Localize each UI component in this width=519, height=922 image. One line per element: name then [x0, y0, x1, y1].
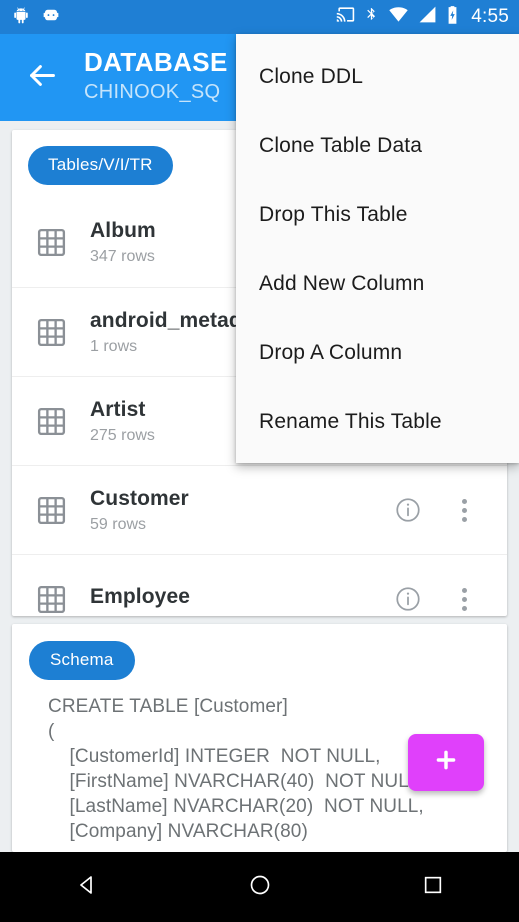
table-grid-icon [12, 494, 90, 527]
table-row-count: 59 rows [90, 515, 147, 533]
back-button[interactable] [0, 34, 84, 121]
nav-back-button[interactable] [42, 852, 132, 922]
nav-home-button[interactable] [215, 852, 305, 922]
cast-icon [336, 5, 355, 29]
menu-item-add-new-column[interactable]: Add New Column [236, 249, 519, 318]
add-fab-button[interactable] [408, 734, 484, 791]
menu-item-rename-this-table[interactable]: Rename This Table [236, 387, 519, 456]
table-row-count: 347 rows [90, 248, 155, 265]
table-row-texts: android_metada 1 rows [90, 309, 254, 356]
table-name: Customer [90, 486, 189, 510]
table-name: Artist [90, 397, 146, 421]
android-screen: 4:55 DATABASE CHINOOK_SQ Tables/V/I/TR A… [0, 0, 519, 922]
table-row-count: 275 rows [90, 426, 155, 444]
table-grid-icon [12, 226, 90, 259]
page-title: DATABASE [84, 47, 228, 77]
schema-chip[interactable]: Schema [29, 641, 135, 680]
toolbar-titles: DATABASE CHINOOK_SQ [84, 34, 228, 105]
table-row-actions [394, 496, 507, 524]
overflow-menu-icon[interactable] [462, 587, 467, 611]
menu-item-drop-a-column[interactable]: Drop A Column [236, 318, 519, 387]
nav-recents-button[interactable] [388, 852, 478, 922]
table-row[interactable]: Employee [12, 554, 507, 616]
home-circle-icon [248, 873, 272, 902]
menu-item-clone-ddl[interactable]: Clone DDL [236, 42, 519, 111]
tables-filter-chip[interactable]: Tables/V/I/TR [28, 146, 173, 185]
menu-item-clone-table-data[interactable]: Clone Table Data [236, 111, 519, 180]
table-row-texts: Artist 275 rows [90, 398, 155, 445]
status-bar: 4:55 [0, 0, 519, 34]
battery-charging-icon [446, 5, 459, 30]
table-grid-icon [12, 405, 90, 438]
info-icon[interactable] [394, 496, 422, 524]
bluetooth-icon [364, 5, 379, 29]
status-bar-clock: 4:55 [471, 6, 509, 27]
table-context-menu: Clone DDL Clone Table Data Drop This Tab… [236, 34, 519, 463]
table-row-count: 1 rows [90, 337, 138, 355]
signal-icon [418, 5, 437, 29]
status-bar-notifications [12, 6, 60, 29]
table-name: Album [90, 219, 156, 242]
table-row-texts: Employee [90, 585, 190, 614]
back-triangle-icon [75, 873, 99, 902]
table-grid-icon [12, 316, 90, 349]
table-name: android_metada [90, 308, 254, 332]
overflow-menu-icon[interactable] [462, 498, 467, 522]
info-icon[interactable] [394, 585, 422, 613]
android-nav-bar [0, 852, 519, 922]
table-grid-icon [12, 583, 90, 616]
wifi-icon [388, 5, 409, 29]
table-name: Employee [90, 584, 191, 608]
page-subtitle: CHINOOK_SQ [84, 81, 221, 103]
table-row-actions [394, 585, 507, 613]
plus-icon [433, 747, 459, 778]
table-row[interactable]: Customer 59 rows [12, 465, 507, 554]
table-row-texts: Album 347 rows [90, 219, 156, 266]
android-robot-icon [12, 6, 30, 29]
droid-face-icon [42, 6, 60, 29]
back-arrow-icon [26, 59, 59, 97]
status-bar-system-icons: 4:55 [336, 5, 509, 30]
menu-item-drop-this-table[interactable]: Drop This Table [236, 180, 519, 249]
table-row-texts: Customer 59 rows [90, 487, 189, 534]
recents-square-icon [422, 874, 444, 901]
